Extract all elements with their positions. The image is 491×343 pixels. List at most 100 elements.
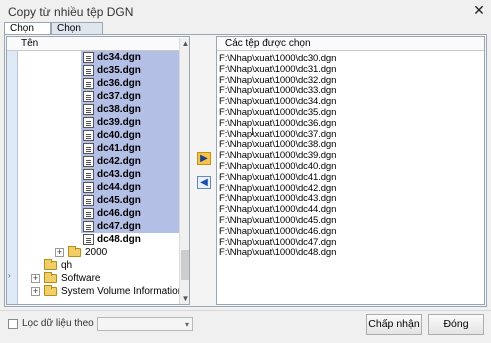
tree-file-label: dc46.dgn	[97, 208, 141, 219]
list-header-label: Các tệp được chọn	[225, 38, 311, 49]
add-files-button[interactable]: ▶	[197, 152, 211, 165]
tree-file-row[interactable]: dc43.dgn	[81, 168, 179, 181]
folder-label: 2000	[85, 247, 108, 258]
tree-file-label: dc40.dgn	[97, 130, 141, 141]
selected-file-item[interactable]: F:\Nhap\xuat\1000\dc46.dgn	[219, 226, 336, 237]
tab-chon-tep[interactable]: Chọn tệp	[4, 22, 51, 46]
scroll-up-icon[interactable]: ▲	[181, 39, 189, 48]
selected-file-item[interactable]: F:\Nhap\xuat\1000\dc36.dgn	[219, 118, 336, 129]
selected-file-item[interactable]: F:\Nhap\xuat\1000\dc35.dgn	[219, 107, 336, 118]
window-title: Copy từ nhiều tệp DGN	[8, 5, 134, 19]
tree-file-row[interactable]: dc34.dgn	[81, 51, 179, 64]
close-button[interactable]: Đóng	[428, 314, 484, 335]
dgn-file-icon	[83, 182, 94, 193]
dgn-file-icon	[83, 65, 94, 76]
tree-file-label: dc43.dgn	[97, 169, 141, 180]
scroll-thumb[interactable]	[181, 250, 189, 280]
tree-gutter	[7, 51, 18, 304]
dgn-file-icon	[83, 156, 94, 167]
dgn-file-icon	[83, 195, 94, 206]
tree-file-row[interactable]: dc44.dgn	[81, 181, 179, 194]
selected-file-item[interactable]: F:\Nhap\xuat\1000\dc30.dgn	[219, 53, 336, 64]
tree-header-label: Tên	[21, 38, 39, 49]
tree-file-row[interactable]: dc41.dgn	[81, 142, 179, 155]
tree-file-label: dc42.dgn	[97, 156, 141, 167]
selected-file-item[interactable]: F:\Nhap\xuat\1000\dc40.dgn	[219, 161, 336, 172]
selected-file-item[interactable]: F:\Nhap\xuat\1000\dc47.dgn	[219, 237, 336, 248]
selected-file-item[interactable]: F:\Nhap\xuat\1000\dc38.dgn	[219, 139, 336, 150]
tree-file-row[interactable]: dc35.dgn	[81, 64, 179, 77]
tree-file-row[interactable]: dc45.dgn	[81, 194, 179, 207]
dgn-file-icon	[83, 104, 94, 115]
dgn-file-icon	[83, 143, 94, 154]
scroll-down-icon[interactable]: ▼	[181, 294, 189, 303]
tree-file-row[interactable]: dc48.dgn	[81, 233, 179, 246]
tree-file-row[interactable]: dc36.dgn	[81, 77, 179, 90]
expand-icon[interactable]: +	[31, 274, 40, 283]
tree-file-label: dc44.dgn	[97, 182, 141, 193]
folder-icon	[44, 259, 57, 270]
tree-file-label: dc35.dgn	[97, 65, 141, 76]
remove-files-button[interactable]: ◀	[197, 176, 211, 189]
dgn-file-icon	[83, 169, 94, 180]
dgn-file-icon	[83, 91, 94, 102]
color-combo[interactable]: ▾	[97, 317, 193, 331]
tree-file-label: dc39.dgn	[97, 117, 141, 128]
selected-file-item[interactable]: F:\Nhap\xuat\1000\dc34.dgn	[219, 96, 336, 107]
dgn-file-icon	[83, 208, 94, 219]
selected-file-item[interactable]: F:\Nhap\xuat\1000\dc42.dgn	[219, 183, 336, 194]
selected-file-item[interactable]: F:\Nhap\xuat\1000\dc48.dgn	[219, 247, 336, 258]
dgn-file-icon	[83, 117, 94, 128]
selected-file-item[interactable]: F:\Nhap\xuat\1000\dc44.dgn	[219, 204, 336, 215]
selected-file-item[interactable]: F:\Nhap\xuat\1000\dc32.dgn	[219, 75, 336, 86]
folder-label: Software	[61, 273, 101, 284]
folder-icon	[44, 285, 57, 296]
tree-file-row[interactable]: dc47.dgn	[81, 220, 179, 233]
tree-folder-2000[interactable]: + 2000	[55, 246, 179, 259]
chevron-down-icon[interactable]: ▾	[185, 318, 189, 331]
expand-icon[interactable]: +	[55, 248, 64, 257]
tree-folder-software[interactable]: + Software	[31, 272, 179, 285]
tree-file-row[interactable]: dc46.dgn	[81, 207, 179, 220]
selected-file-item[interactable]: F:\Nhap\xuat\1000\dc37.dgn	[219, 129, 336, 140]
tree-scrollbar[interactable]: ▲ ▼	[179, 38, 189, 304]
tree-folder-system-volume-information[interactable]: + System Volume Information	[31, 285, 183, 298]
dgn-file-icon	[83, 130, 94, 141]
tree-file-row[interactable]: dc40.dgn	[81, 129, 179, 142]
selected-file-item[interactable]: F:\Nhap\xuat\1000\dc33.dgn	[219, 85, 336, 96]
folder-icon	[68, 246, 81, 257]
dgn-file-icon	[83, 221, 94, 232]
tree-file-row[interactable]: dc42.dgn	[81, 155, 179, 168]
tree-file-label: dc45.dgn	[97, 195, 141, 206]
tree-file-label: dc38.dgn	[97, 104, 141, 115]
accept-button[interactable]: Chấp nhận	[366, 314, 422, 335]
tree-file-label: dc47.dgn	[97, 221, 141, 232]
expand-icon[interactable]: +	[31, 287, 40, 296]
selected-file-item[interactable]: F:\Nhap\xuat\1000\dc45.dgn	[219, 215, 336, 226]
footer-divider	[0, 310, 491, 311]
list-header: Các tệp được chọn	[217, 37, 484, 51]
tree-file-label: dc48.dgn	[97, 234, 141, 245]
mouse-cursor-icon: I	[251, 126, 255, 138]
file-tree[interactable]: Tên › dc34.dgn dc35.dgn dc36.dgn dc37.dgn dc…	[6, 36, 190, 305]
selected-file-item[interactable]: F:\Nhap\xuat\1000\dc41.dgn	[219, 172, 336, 183]
tree-file-row[interactable]: dc39.dgn	[81, 116, 179, 129]
selected-file-item[interactable]: F:\Nhap\xuat\1000\dc43.dgn	[219, 193, 336, 204]
selected-files-list[interactable]: Các tệp được chọn F:\Nhap\xuat\1000\dc30…	[216, 36, 485, 305]
close-icon[interactable]: ✕	[471, 2, 487, 18]
filter-checkbox[interactable]	[8, 319, 18, 329]
tab-strip: Chọn tệp Chọn Level	[4, 22, 487, 46]
tree-file-row[interactable]: dc38.dgn	[81, 103, 179, 116]
selected-file-item[interactable]: F:\Nhap\xuat\1000\dc31.dgn	[219, 64, 336, 75]
tab-chon-level[interactable]: Chọn Level	[51, 22, 103, 46]
tree-file-label: dc34.dgn	[97, 52, 141, 63]
dgn-file-icon	[83, 78, 94, 89]
selected-file-item[interactable]: F:\Nhap\xuat\1000\dc39.dgn	[219, 150, 336, 161]
folder-label: System Volume Information	[61, 286, 184, 297]
tree-folder-qh[interactable]: qh	[35, 259, 179, 272]
tree-file-label: dc36.dgn	[97, 78, 141, 89]
tree-file-row[interactable]: dc37.dgn	[81, 90, 179, 103]
dgn-file-icon	[83, 234, 94, 245]
folder-label: qh	[61, 260, 73, 271]
dgn-file-icon	[83, 52, 94, 63]
